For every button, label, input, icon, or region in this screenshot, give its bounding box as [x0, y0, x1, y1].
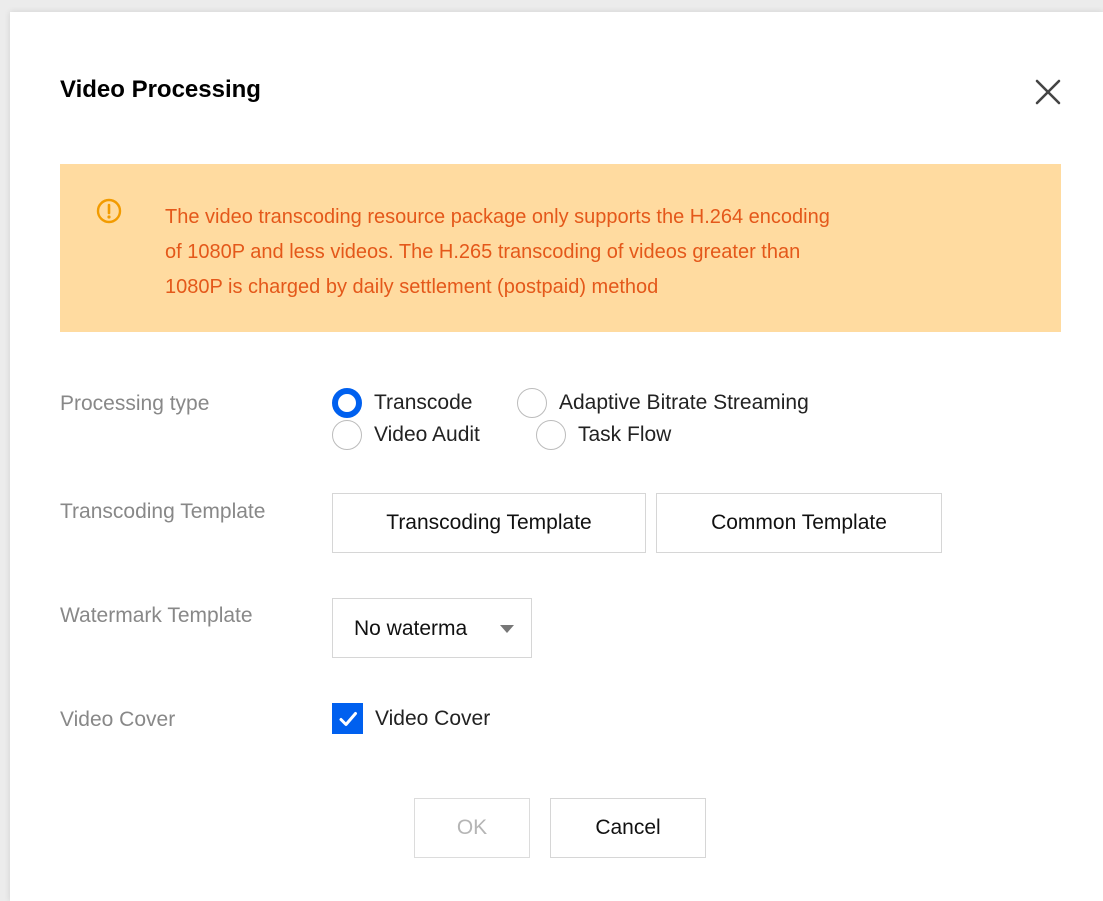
radio-label: Transcode: [374, 391, 473, 414]
radio-task-flow[interactable]: Task Flow: [536, 420, 671, 450]
radio-video-audit[interactable]: Video Audit: [332, 420, 480, 450]
radio-label: Video Audit: [374, 423, 480, 446]
radio-label: Adaptive Bitrate Streaming: [559, 391, 809, 414]
checkbox-label: Video Cover: [375, 706, 491, 730]
common-template-button[interactable]: Common Template: [656, 493, 942, 553]
select-value: No waterma: [354, 617, 468, 640]
video-processing-dialog: Video Processing The video transcoding r…: [10, 12, 1103, 901]
radio-button[interactable]: [536, 420, 566, 450]
watermark-template-select[interactable]: No waterma: [332, 598, 532, 658]
processing-type-label: Processing type: [60, 392, 210, 415]
video-cover-checkbox[interactable]: [332, 703, 363, 734]
alert-line: 1080P is charged by daily settlement (po…: [165, 276, 659, 298]
billing-alert: The video transcoding resource package o…: [60, 164, 1061, 332]
ok-button[interactable]: OK: [414, 798, 530, 858]
radio-button[interactable]: [517, 388, 547, 418]
radio-adaptive-bitrate-streaming[interactable]: Adaptive Bitrate Streaming: [517, 388, 809, 418]
transcoding-template-button[interactable]: Transcoding Template: [332, 493, 646, 553]
alert-line: The video transcoding resource package o…: [165, 206, 830, 228]
close-button[interactable]: [1032, 76, 1064, 108]
watermark-template-label: Watermark Template: [60, 604, 253, 627]
video-cover-label: Video Cover: [60, 708, 176, 731]
dialog-title: Video Processing: [60, 76, 261, 103]
radio-transcode[interactable]: Transcode: [332, 388, 472, 418]
radio-button[interactable]: [332, 420, 362, 450]
warning-circle-icon: [96, 198, 122, 224]
cancel-button[interactable]: Cancel: [550, 798, 706, 858]
video-cover-checkbox-row[interactable]: Video Cover: [332, 703, 490, 734]
radio-label: Task Flow: [578, 423, 672, 446]
radio-button-checked[interactable]: [332, 388, 362, 418]
checkmark-icon: [339, 711, 357, 726]
caret-down-icon: [500, 625, 514, 633]
alert-line: of 1080P and less videos. The H.265 tran…: [165, 241, 801, 263]
transcoding-template-label: Transcoding Template: [60, 500, 266, 523]
alert-message: The video transcoding resource package o…: [165, 200, 1025, 305]
close-icon: [1035, 79, 1061, 105]
